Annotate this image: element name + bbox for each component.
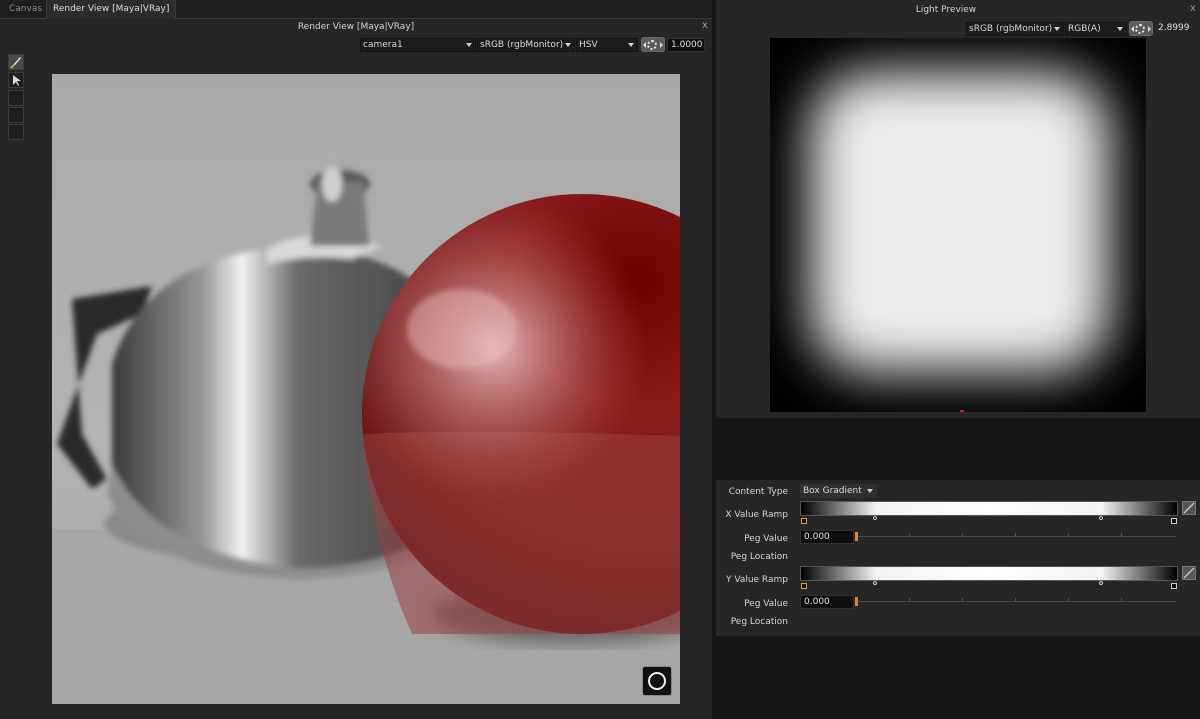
chevron-down-icon: [565, 43, 571, 47]
x-value-ramp[interactable]: [800, 501, 1178, 516]
close-icon[interactable]: x: [1190, 3, 1196, 15]
content-type-value: Box Gradient: [803, 486, 862, 496]
x-ramp-peg[interactable]: [873, 516, 877, 520]
slider-tick: [1015, 598, 1016, 601]
chevron-down-icon: [867, 489, 873, 493]
y-ramp-peg[interactable]: [1099, 581, 1103, 585]
y-peg-slider-handle[interactable]: [855, 597, 858, 606]
x-ramp-peg[interactable]: [1171, 518, 1177, 524]
preview-colorspace-value: sRGB (rgbMonitor): [969, 24, 1053, 34]
tool-slot-empty[interactable]: [8, 107, 24, 123]
chevron-down-icon: [1054, 27, 1060, 31]
exposure-icon[interactable]: [641, 37, 665, 52]
render-view-title: Render View [Maya|VRay]: [297, 22, 415, 32]
slider-tick: [1068, 598, 1069, 601]
content-type-dropdown[interactable]: Box Gradient: [800, 484, 877, 498]
x-peg-value-label: Peg Value: [744, 534, 788, 544]
x-ramp-label: X Value Ramp: [725, 510, 788, 520]
y-value-ramp[interactable]: [800, 566, 1178, 581]
slider-tick: [909, 598, 910, 601]
preview-marker: [960, 410, 964, 412]
preview-exposure-field[interactable]: 2.8999: [1155, 22, 1193, 36]
x-peg-slider-handle[interactable]: [855, 532, 858, 541]
render-scene: [52, 74, 680, 704]
y-peg-value-field[interactable]: 0.000: [800, 595, 854, 609]
tool-slot-empty[interactable]: [8, 124, 24, 140]
channels-value: RGB(A): [1068, 24, 1101, 34]
x-peg-value-field[interactable]: 0.000: [800, 530, 854, 544]
light-preview-title: Light Preview: [915, 5, 977, 15]
slider-tick: [1068, 533, 1069, 536]
x-ramp-peg[interactable]: [801, 518, 807, 524]
preview-colorspace-dropdown[interactable]: sRGB (rgbMonitor): [966, 22, 1064, 36]
curve-icon[interactable]: [1182, 566, 1196, 580]
y-peg-value-label: Peg Value: [744, 599, 788, 609]
exposure-field[interactable]: 1.0000: [667, 38, 705, 52]
camera-dropdown[interactable]: camera1: [360, 38, 476, 52]
vray-logo-icon: [642, 666, 672, 696]
slider-tick: [962, 533, 963, 536]
y-ramp-label: Y Value Ramp: [726, 575, 788, 585]
y-ramp-peg[interactable]: [873, 581, 877, 585]
chevron-down-icon: [628, 43, 634, 47]
colorspace-dropdown[interactable]: sRGB (rgbMonitor): [477, 38, 575, 52]
slider-tick: [909, 533, 910, 536]
display-mode-dropdown[interactable]: HSV: [576, 38, 638, 52]
y-peg-location-label: Peg Location: [730, 617, 788, 627]
close-icon[interactable]: x: [702, 20, 708, 32]
content-type-label: Content Type: [728, 487, 788, 497]
colorspace-dropdown-value: sRGB (rgbMonitor): [480, 40, 564, 50]
y-ramp-peg[interactable]: [1171, 583, 1177, 589]
chevron-down-icon: [466, 43, 472, 47]
camera-dropdown-value: camera1: [363, 40, 403, 50]
curve-icon[interactable]: [1182, 501, 1196, 515]
y-peg-slider-track[interactable]: [856, 601, 1176, 602]
slider-tick: [1015, 533, 1016, 536]
x-ramp-peg[interactable]: [1099, 516, 1103, 520]
display-mode-value: HSV: [579, 40, 598, 50]
slider-tick: [1121, 598, 1122, 601]
tab-bar: Canvas Render View [Maya|VRay]: [0, 0, 712, 19]
x-peg-slider-track[interactable]: [856, 536, 1176, 537]
paintbrush-icon[interactable]: [8, 54, 24, 70]
render-image[interactable]: [52, 74, 680, 704]
chevron-down-icon: [1117, 27, 1123, 31]
exposure-icon[interactable]: [1129, 21, 1153, 36]
channels-dropdown[interactable]: RGB(A): [1065, 22, 1127, 36]
slider-tick: [1121, 533, 1122, 536]
pointer-icon[interactable]: [8, 72, 24, 88]
slider-tick: [962, 598, 963, 601]
tab-render-view[interactable]: Render View [Maya|VRay]: [46, 0, 177, 19]
light-preview-image[interactable]: [770, 38, 1146, 412]
x-peg-location-label: Peg Location: [730, 552, 788, 562]
tool-slot-empty[interactable]: [8, 90, 24, 106]
tab-canvas[interactable]: Canvas: [3, 0, 48, 19]
y-ramp-peg[interactable]: [801, 583, 807, 589]
